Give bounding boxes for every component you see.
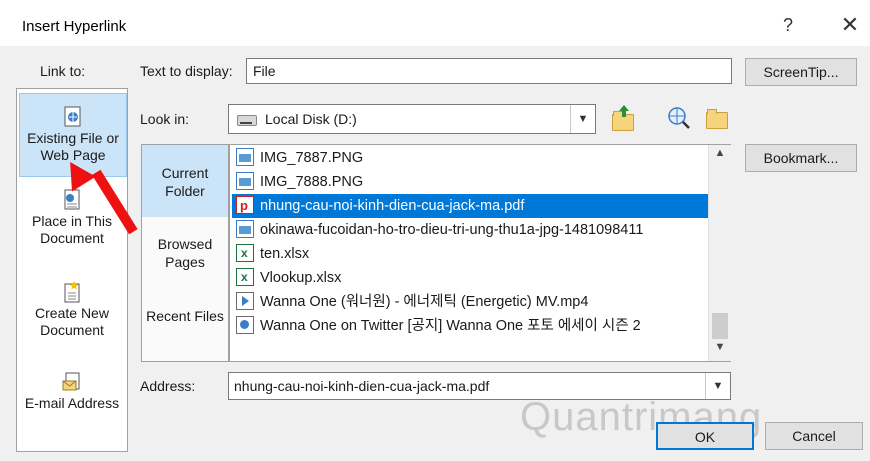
link-existing-file-label: Existing File or Web Page [27,130,119,163]
screentip-button[interactable]: ScreenTip... [745,58,857,86]
address-label: Address: [140,378,196,394]
link-to-panel: Existing File or Web Page Place in This … [16,88,128,452]
file-row[interactable]: okinawa-fucoidan-ho-tro-dieu-tri-ung-thu… [232,218,710,242]
text-to-display-input[interactable]: File [246,58,732,84]
file-row[interactable]: Vlookup.xlsx [232,266,710,290]
bookmark-button[interactable]: Bookmark... [745,144,857,172]
email-address-icon [62,372,80,391]
video-file-icon [236,292,254,311]
file-row-selected[interactable]: nhung-cau-noi-kinh-dien-cua-jack-ma.pdf [232,194,710,218]
file-name: IMG_7888.PNG [260,174,364,190]
file-name: IMG_7887.PNG [260,150,364,166]
browse-file-button[interactable] [702,104,730,132]
file-name: Vlookup.xlsx [260,270,342,286]
up-arrow-icon [619,105,629,117]
chevron-down-icon[interactable]: ▼ [570,105,595,133]
web-shortcut-icon [236,316,254,335]
place-in-document-icon [64,189,80,210]
dialog-title: Insert Hyperlink [22,18,127,35]
browse-web-icon [668,107,690,129]
link-email-address[interactable]: E-mail Address [19,371,125,435]
link-place-in-document-label: Place in This Document [32,213,112,246]
file-name: okinawa-fucoidan-ho-tro-dieu-tri-ung-thu… [260,222,644,238]
drive-icon [237,115,257,126]
address-value: nhung-cau-noi-kinh-dien-cua-jack-ma.pdf [234,378,490,394]
file-name: Wanna One (워너원) - 에너제틱 (Energetic) MV.mp… [260,294,589,310]
file-name: nhung-cau-noi-kinh-dien-cua-jack-ma.pdf [260,198,525,214]
place-browsed-pages[interactable]: Browsed Pages [142,235,228,275]
file-name: Wanna One on Twitter [공지] Wanna One 포토 에… [260,318,641,334]
scroll-thumb[interactable] [712,313,728,339]
file-row[interactable]: IMG_7887.PNG [232,146,710,170]
places-panel: Current Folder Browsed Pages Recent File… [141,144,229,362]
up-one-folder-button[interactable] [608,104,636,132]
image-file-icon [236,172,254,191]
create-document-icon [64,281,80,303]
title-bar: Insert Hyperlink ? ✕ [0,0,870,46]
file-row[interactable]: ten.xlsx [232,242,710,266]
image-file-icon [236,148,254,167]
insert-hyperlink-dialog: Insert Hyperlink ? ✕ Link to: Existing F… [0,0,870,461]
close-button[interactable]: ✕ [838,12,862,38]
file-row[interactable]: Wanna One on Twitter [공지] Wanna One 포토 에… [232,314,710,338]
link-email-address-label: E-mail Address [24,395,120,411]
look-in-dropdown[interactable]: Local Disk (D:) ▼ [228,104,596,134]
browse-web-button[interactable] [664,104,692,132]
place-recent-files[interactable]: Recent Files [142,307,228,347]
ok-button[interactable]: OK [656,422,754,450]
image-file-icon [236,220,254,239]
file-row[interactable]: IMG_7888.PNG [232,170,710,194]
pdf-file-icon [236,194,254,218]
existing-file-icon [64,106,81,127]
folder-icon [706,109,728,129]
look-in-value: Local Disk (D:) [265,111,357,127]
excel-file-icon [236,242,254,265]
file-row[interactable]: Wanna One (워너원) - 에너제틱 (Energetic) MV.mp… [232,290,710,314]
place-current-folder[interactable]: Current Folder [142,145,228,217]
help-button[interactable]: ? [776,12,800,38]
excel-file-icon [236,266,254,289]
text-to-display-label: Text to display: [140,63,233,79]
file-list-scrollbar[interactable]: ▲ ▼ [708,145,731,361]
link-create-new-document[interactable]: Create New Document [19,281,125,345]
link-to-label: Link to: [40,63,86,79]
link-create-new-document-label: Create New Document [35,305,109,338]
look-in-label: Look in: [140,111,190,127]
scroll-up-icon[interactable]: ▲ [709,147,731,165]
file-list: IMG_7887.PNG IMG_7888.PNG nhung-cau-noi-… [229,144,731,362]
scroll-down-icon[interactable]: ▼ [709,341,731,359]
file-name: ten.xlsx [260,246,310,262]
cancel-button[interactable]: Cancel [765,422,863,450]
